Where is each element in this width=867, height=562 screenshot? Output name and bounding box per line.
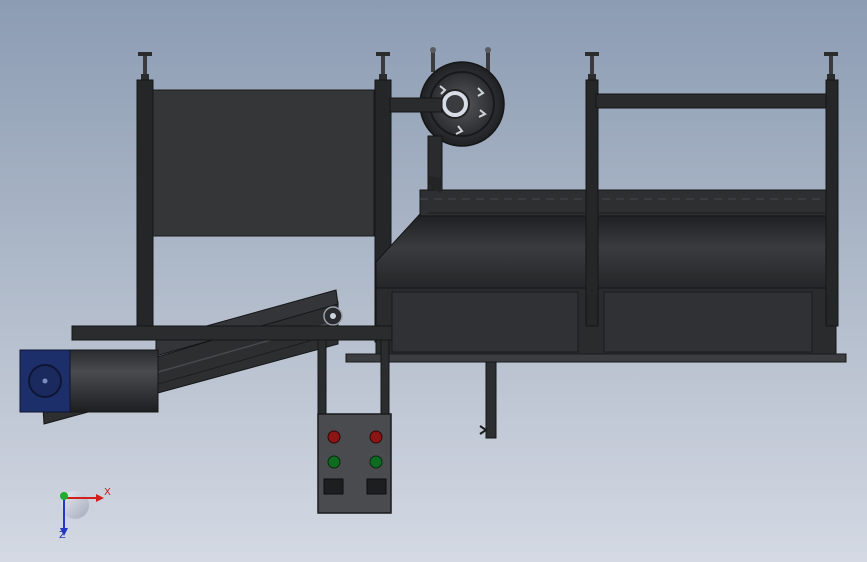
- switch-right[interactable]: [366, 478, 387, 495]
- support-beam: [71, 325, 393, 341]
- frame-crossbar-top: [595, 93, 827, 109]
- frame-post-right-a: [585, 79, 599, 327]
- leveling-foot-2: [376, 52, 390, 80]
- axis-triad: [60, 491, 104, 536]
- go-lamp-left[interactable]: [327, 455, 341, 469]
- axis-z-label: Z: [59, 530, 66, 541]
- control-box: [317, 339, 392, 514]
- cad-viewport[interactable]: X Z: [0, 0, 867, 562]
- air-duct: [389, 97, 443, 192]
- stop-lamp-right[interactable]: [369, 430, 383, 444]
- leveling-foot-3: [585, 52, 599, 80]
- hopper-panel: [151, 89, 375, 237]
- leveling-foot-1: [138, 52, 152, 80]
- axis-x-label: X: [104, 487, 111, 498]
- frame-post-right-b: [825, 79, 839, 327]
- frame-post-left: [136, 79, 154, 329]
- leveling-foot-4: [824, 52, 838, 80]
- drain-pipe: [479, 361, 497, 439]
- drive-motor: [19, 349, 159, 413]
- go-lamp-right[interactable]: [369, 455, 383, 469]
- blower-fan: [419, 47, 505, 147]
- switch-left[interactable]: [323, 478, 344, 495]
- stop-lamp-left[interactable]: [327, 430, 341, 444]
- machine-drawing: [19, 47, 847, 536]
